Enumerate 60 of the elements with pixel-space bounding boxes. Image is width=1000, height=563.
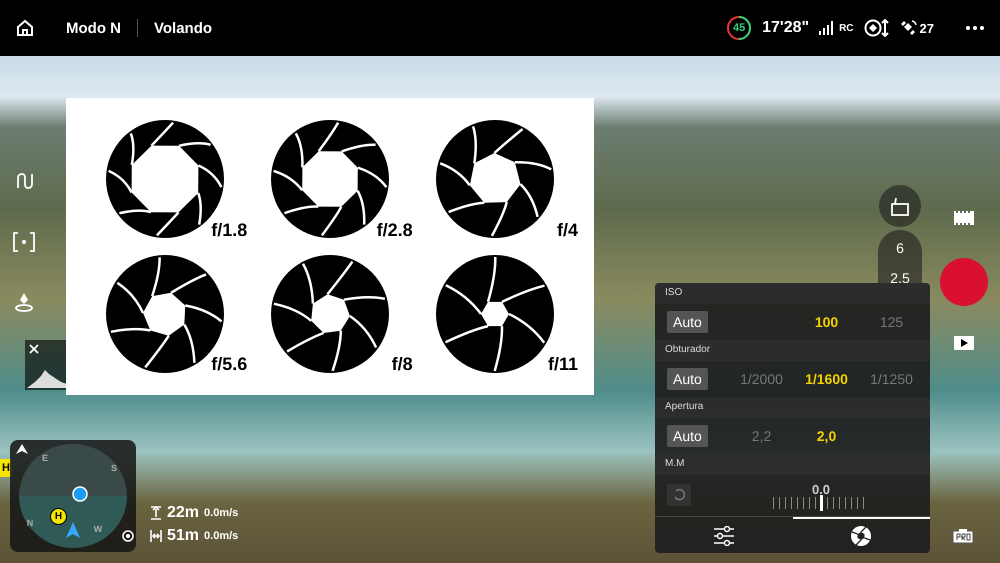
reset-icon <box>672 488 686 502</box>
lock-icon[interactable] <box>879 185 921 227</box>
flight-mode: Modo N <box>66 20 121 36</box>
satellite-count: 27 <box>920 20 934 36</box>
aperture-icon <box>435 119 556 240</box>
playback-icon[interactable] <box>954 336 974 350</box>
telemetry-value: 22m <box>167 504 200 522</box>
f-stop-label: f/1.8 <box>211 220 248 240</box>
close-icon[interactable] <box>29 344 39 354</box>
section-title: Obturador <box>655 340 930 362</box>
compass-label: E <box>42 453 48 463</box>
f-stop-label: f/4 <box>556 220 578 240</box>
battery-reading: 45 <box>732 21 746 36</box>
sliders-icon <box>712 526 735 546</box>
exposure-thumb[interactable] <box>820 494 823 511</box>
aperture-icon <box>270 254 390 374</box>
obstacle-sensor-icon <box>864 19 890 37</box>
auto-button[interactable]: Auto <box>667 311 708 334</box>
section-title: M.M <box>655 454 930 476</box>
zoom-value[interactable]: 2.5 <box>890 270 910 286</box>
drone-position-icon <box>72 486 88 502</box>
north-up-icon[interactable] <box>16 444 28 454</box>
flight-time: 17'28" <box>762 19 810 37</box>
option-value[interactable]: 100 <box>814 314 838 330</box>
route-icon[interactable] <box>16 172 34 190</box>
auto-button[interactable]: Auto <box>667 425 708 448</box>
aperture-icon <box>850 524 872 547</box>
rc-label: RC <box>839 22 854 34</box>
compass-label: W <box>94 524 102 534</box>
speed-value: 0.0m/s <box>204 507 238 519</box>
distance-icon <box>150 529 162 543</box>
focus-icon[interactable] <box>13 232 35 252</box>
auto-button[interactable]: Auto <box>667 368 708 390</box>
height-icon <box>150 506 162 520</box>
option-value[interactable]: 1/1600 <box>805 371 848 388</box>
section-title: ISO <box>655 283 930 304</box>
video-mode-icon[interactable] <box>954 211 974 225</box>
speed-value: 0.0m/s <box>204 530 238 542</box>
compass-label: S <box>111 463 117 473</box>
pilot-arrow-icon <box>66 522 80 538</box>
target-icon <box>122 530 134 542</box>
landing-icon[interactable] <box>14 292 34 312</box>
f-stop-label: f/11 <box>548 354 578 375</box>
zoom-selector[interactable]: 6 2.5 <box>878 230 922 284</box>
satellite-icon <box>900 19 918 37</box>
f-stop-label: f/8 <box>392 354 413 375</box>
compass-label: N <box>26 518 34 528</box>
flight-status: Volando <box>154 20 212 36</box>
more-icon[interactable] <box>966 26 984 30</box>
home-icon[interactable] <box>16 19 34 37</box>
reset-button[interactable] <box>667 484 691 506</box>
pro-camera-icon[interactable] <box>952 528 974 544</box>
f-stop-label: f/2.8 <box>376 220 413 240</box>
option-value[interactable]: 2,0 <box>816 428 836 444</box>
signal-icon <box>819 21 836 35</box>
f-stop-label: f/5.6 <box>211 354 248 375</box>
zoom-value[interactable]: 6 <box>896 240 904 256</box>
exposure-reading: 0.0 <box>812 482 830 497</box>
telemetry-value: 51m <box>167 527 200 545</box>
section-title: Apertura <box>655 396 930 418</box>
